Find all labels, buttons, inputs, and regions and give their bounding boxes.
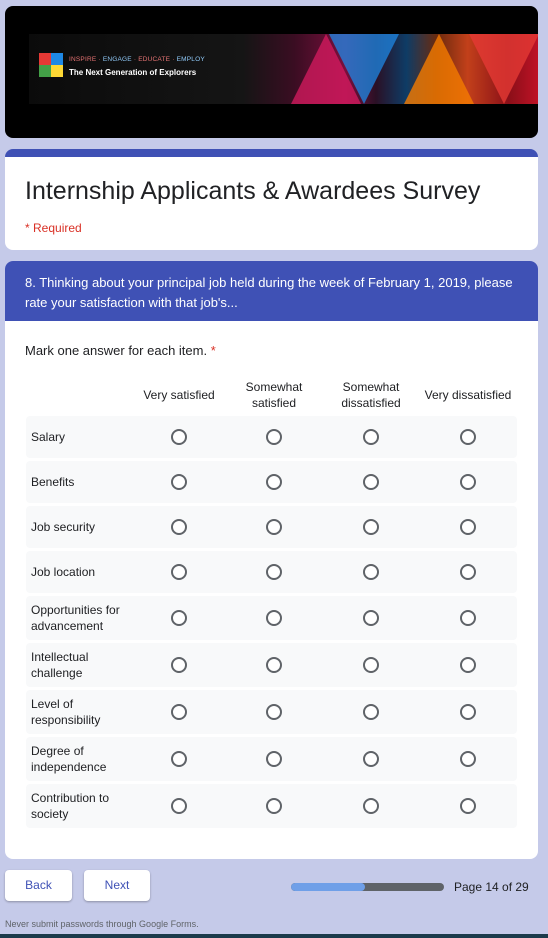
grid-row: Job location — [26, 551, 517, 593]
progress-bar — [291, 883, 444, 891]
row-label: Salary — [31, 430, 66, 444]
row-label: Contribution to society — [31, 791, 110, 821]
radio-button[interactable] — [266, 704, 282, 720]
radio-button[interactable] — [460, 610, 476, 626]
grid-row: Level of responsibility — [26, 690, 517, 734]
grid-row: Degree of independence — [26, 737, 517, 781]
radio-button[interactable] — [460, 657, 476, 673]
radio-button[interactable] — [266, 429, 282, 445]
page-indicator: Page 14 of 29 — [454, 880, 529, 894]
radio-button[interactable] — [363, 519, 379, 535]
required-note: * Required — [25, 221, 82, 235]
radio-button[interactable] — [363, 474, 379, 490]
password-disclaimer: Never submit passwords through Google Fo… — [5, 919, 199, 929]
radio-button[interactable] — [266, 519, 282, 535]
progress-bar-fill — [291, 883, 365, 891]
section-header: 8. Thinking about your principal job hel… — [5, 261, 538, 321]
radio-button[interactable] — [266, 798, 282, 814]
radio-button[interactable] — [363, 564, 379, 580]
logo-quadrant — [51, 65, 63, 77]
row-label: Job location — [31, 565, 96, 579]
column-header: Very dissatisfied — [424, 388, 512, 402]
radio-button[interactable] — [171, 798, 187, 814]
radio-button[interactable] — [171, 519, 187, 535]
question-card: 8. Thinking about your principal job hel… — [5, 261, 538, 859]
row-label: Job security — [31, 520, 96, 534]
logo-quadrant — [39, 65, 51, 77]
grid-row: Job security — [26, 506, 517, 548]
radio-button[interactable] — [363, 704, 379, 720]
radio-button[interactable] — [266, 474, 282, 490]
radio-button[interactable] — [171, 474, 187, 490]
radio-button[interactable] — [171, 751, 187, 767]
radio-button[interactable] — [266, 610, 282, 626]
radio-button[interactable] — [460, 429, 476, 445]
row-label: Level of responsibility — [31, 697, 101, 727]
column-header: Very satisfied — [143, 388, 215, 402]
radio-button[interactable] — [171, 564, 187, 580]
form-title-card: Internship Applicants & Awardees Survey … — [5, 149, 538, 250]
radio-button[interactable] — [171, 610, 187, 626]
row-label: Benefits — [31, 475, 75, 489]
row-label: Opportunities for advancement — [31, 603, 120, 633]
next-button[interactable]: Next — [84, 870, 150, 901]
radio-button[interactable] — [171, 429, 187, 445]
radio-button[interactable] — [460, 751, 476, 767]
header-banner-image: INSPIRE · ENGAGE · EDUCATE · EMPLOY The … — [5, 6, 538, 138]
radio-button[interactable] — [171, 657, 187, 673]
grid-row: Opportunities for advancement — [26, 596, 517, 640]
question-label: Mark one answer for each item. * — [25, 343, 216, 358]
radio-button[interactable] — [266, 751, 282, 767]
radio-button[interactable] — [460, 564, 476, 580]
radio-button[interactable] — [266, 564, 282, 580]
program-logo-icon — [39, 53, 63, 77]
row-label: Intellectual challenge — [31, 650, 89, 680]
grid-row: Intellectual challenge — [26, 643, 517, 687]
column-header: Somewhat satisfied — [245, 380, 303, 410]
bottom-edge — [0, 934, 548, 938]
radio-button[interactable] — [363, 429, 379, 445]
radio-button[interactable] — [266, 657, 282, 673]
logo-quadrant — [39, 53, 51, 65]
row-label: Degree of independence — [31, 744, 107, 774]
grid-row: Benefits — [26, 461, 517, 503]
radio-button[interactable] — [363, 610, 379, 626]
logo-quadrant — [51, 53, 63, 65]
banner-subtitle: The Next Generation of Explorers — [69, 68, 197, 77]
grid-row: Contribution to society — [26, 784, 517, 828]
form-title: Internship Applicants & Awardees Survey — [25, 177, 481, 205]
radio-button[interactable] — [171, 704, 187, 720]
banner-tagline: INSPIRE · ENGAGE · EDUCATE · EMPLOY — [69, 56, 205, 63]
back-button[interactable]: Back — [5, 870, 72, 901]
radio-button[interactable] — [460, 519, 476, 535]
column-header: Somewhat dissatisfied — [341, 380, 401, 410]
radio-button[interactable] — [460, 798, 476, 814]
radio-button[interactable] — [460, 474, 476, 490]
required-asterisk: * — [210, 343, 216, 358]
grid-row: Salary — [26, 416, 517, 458]
radio-button[interactable] — [363, 657, 379, 673]
radio-button[interactable] — [363, 751, 379, 767]
radio-button[interactable] — [460, 704, 476, 720]
radio-button[interactable] — [363, 798, 379, 814]
